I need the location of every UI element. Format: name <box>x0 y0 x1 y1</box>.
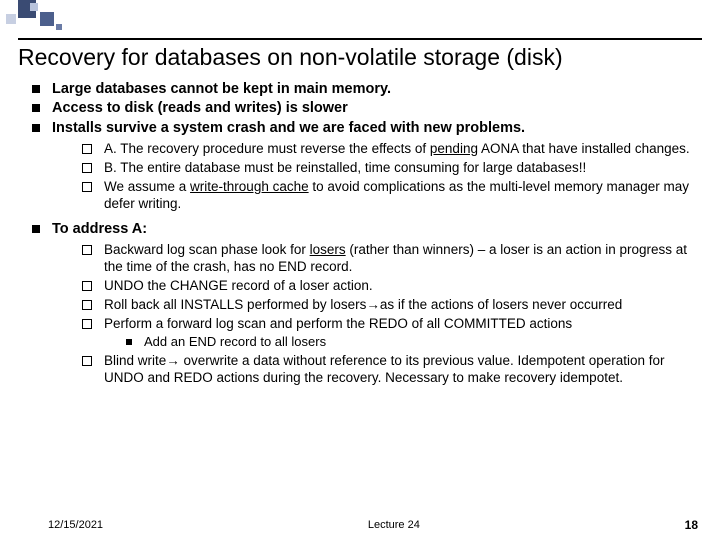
title-rule <box>18 38 702 40</box>
sub-list: Backward log scan phase look for losers … <box>52 242 702 386</box>
sub-item: Blind write→ overwrite a data without re… <box>82 353 702 387</box>
footer-lecture: Lecture 24 <box>103 519 685 531</box>
slide-body: Recovery for databases on non-volatile s… <box>18 44 702 510</box>
sub-item: Roll back all INSTALLS performed by lose… <box>82 297 702 314</box>
sub-item: UNDO the CHANGE record of a loser action… <box>82 278 702 295</box>
slide-title: Recovery for databases on non-volatile s… <box>18 44 702 71</box>
bullet-item: Large databases cannot be kept in main m… <box>32 81 702 98</box>
bullet-list: Large databases cannot be kept in main m… <box>18 81 702 386</box>
sub-list: A. The recovery procedure must reverse t… <box>52 141 702 213</box>
footer-page-number: 18 <box>685 518 698 532</box>
sub-item: We assume a write-through cache to avoid… <box>82 179 702 213</box>
bullet-item: To address A: Backward log scan phase lo… <box>32 221 702 387</box>
subsub-item: Add an END record to all losers <box>126 334 702 350</box>
sub-item: Backward log scan phase look for losers … <box>82 242 702 276</box>
bullet-item: Access to disk (reads and writes) is slo… <box>32 100 702 117</box>
sub-item: Perform a forward log scan and perform t… <box>82 316 702 351</box>
footer-date: 12/15/2021 <box>48 519 103 531</box>
subsub-list: Add an END record to all losers <box>104 334 702 350</box>
arrow-icon: → <box>166 353 180 368</box>
sub-item: B. The entire database must be reinstall… <box>82 160 702 177</box>
corner-decoration <box>0 0 120 40</box>
bullet-text: Installs survive a system crash and we a… <box>52 120 525 136</box>
bullet-text: To address A: <box>52 221 147 237</box>
sub-item: A. The recovery procedure must reverse t… <box>82 141 702 158</box>
bullet-item: Installs survive a system crash and we a… <box>32 120 702 213</box>
slide-footer: 12/15/2021 Lecture 24 18 <box>0 518 720 532</box>
arrow-icon: → <box>366 297 380 312</box>
